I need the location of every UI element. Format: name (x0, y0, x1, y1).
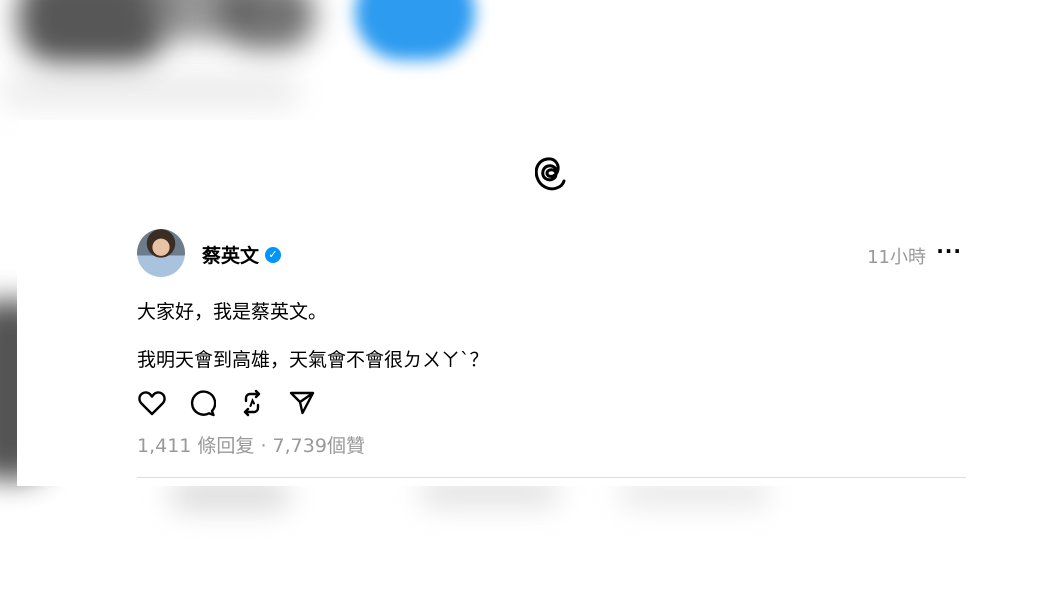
post-timestamp: 11小時 (867, 247, 926, 268)
verified-badge-icon: ✓ (265, 246, 282, 263)
more-horizontal-icon[interactable]: ··· (936, 239, 962, 263)
heart-icon[interactable] (137, 388, 167, 418)
post-author: 蔡英文 ✓ (202, 241, 282, 268)
post-actions (137, 388, 317, 418)
repost-icon[interactable] (237, 388, 267, 418)
threads-logo-icon[interactable] (533, 156, 569, 196)
avatar[interactable] (137, 229, 185, 277)
post-text-line-2: 我明天會到高雄，天氣會不會很ㄉㄨㄚˋ？ (137, 349, 489, 371)
post-stats[interactable]: 1,411 條回复 · 7,739個贊 (137, 431, 365, 458)
comment-icon[interactable] (187, 388, 217, 418)
post-text-line-1: 大家好，我是蔡英文。 (137, 301, 328, 323)
send-icon[interactable] (287, 388, 317, 418)
divider (137, 477, 966, 478)
username[interactable]: 蔡英文 (202, 241, 259, 268)
